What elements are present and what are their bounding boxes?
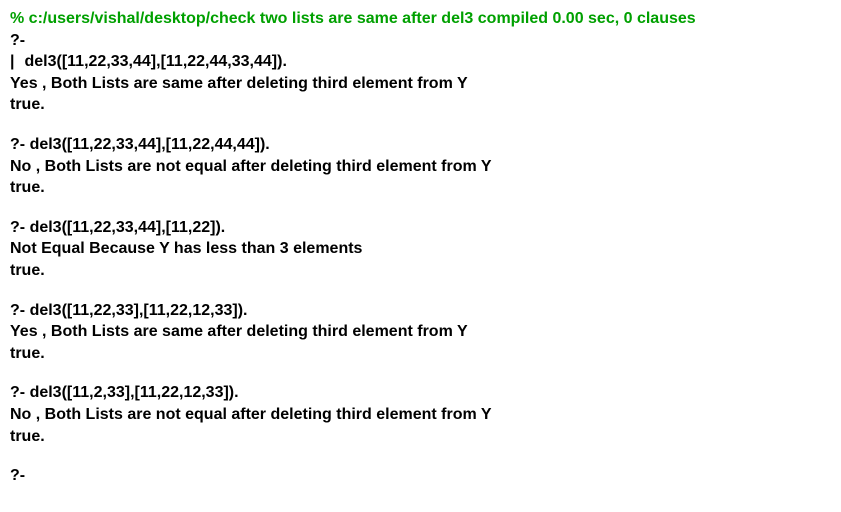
query-text-3: del3([11,22,33],[11,22,12,33]). (30, 302, 248, 319)
current-prompt-line[interactable]: ?- (10, 465, 831, 487)
cursor-icon: | (10, 51, 14, 73)
compile-message: % c:/users/vishal/desktop/check two list… (10, 8, 831, 30)
query-block-2: ?- del3([11,22,33,44],[11,22]). Not Equa… (10, 217, 831, 282)
query-text-2: del3([11,22,33,44],[11,22]). (30, 219, 226, 236)
output-0: Yes , Both Lists are same after deleting… (10, 73, 831, 95)
output-3: Yes , Both Lists are same after deleting… (10, 321, 831, 343)
result-1: true. (10, 177, 831, 199)
prompt-2: ?- (10, 219, 25, 236)
prompt-3: ?- (10, 302, 25, 319)
output-1: No , Both Lists are not equal after dele… (10, 156, 831, 178)
output-4: No , Both Lists are not equal after dele… (10, 404, 831, 426)
query-block-3: ?- del3([11,22,33],[11,22,12,33]). Yes ,… (10, 300, 831, 365)
query-block-0: ?- | del3([11,22,33,44],[11,22,44,33,44]… (10, 30, 831, 116)
current-prompt: ?- (10, 467, 25, 484)
prompt-4: ?- (10, 384, 25, 401)
result-3: true. (10, 343, 831, 365)
output-2: Not Equal Because Y has less than 3 elem… (10, 238, 831, 260)
query-text-4: del3([11,2,33],[11,22,12,33]). (30, 384, 239, 401)
query-block-1: ?- del3([11,22,33,44],[11,22,44,44]). No… (10, 134, 831, 199)
query-text-1: del3([11,22,33,44],[11,22,44,44]). (30, 136, 270, 153)
prompt-0: ?- (10, 30, 831, 52)
result-2: true. (10, 260, 831, 282)
prompt-1: ?- (10, 136, 25, 153)
result-4: true. (10, 426, 831, 448)
result-0: true. (10, 94, 831, 116)
query-block-4: ?- del3([11,2,33],[11,22,12,33]). No , B… (10, 382, 831, 447)
query-text-0: del3([11,22,33,44],[11,22,44,33,44]). (24, 51, 286, 73)
